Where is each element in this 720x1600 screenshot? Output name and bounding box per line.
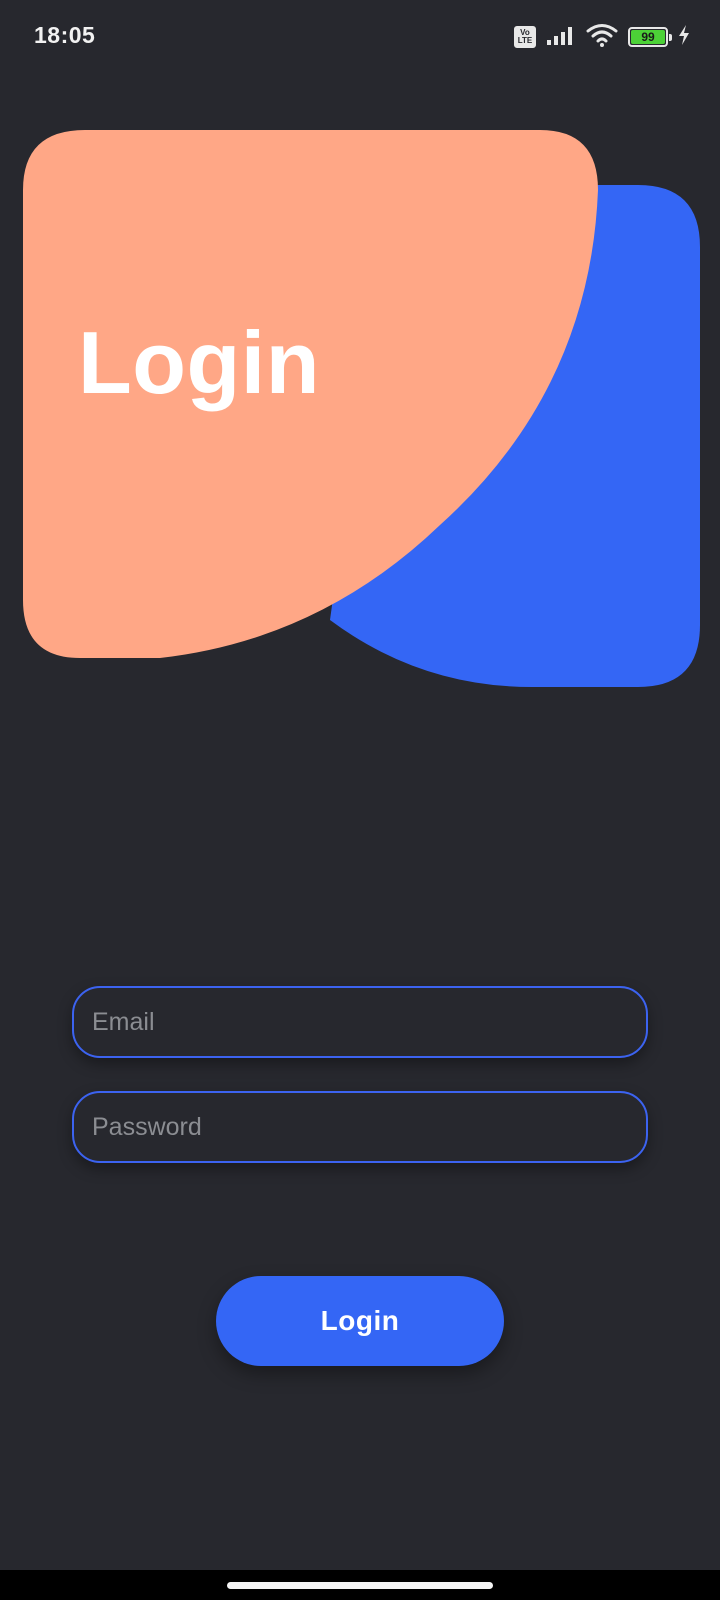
- home-indicator[interactable]: [227, 1582, 493, 1589]
- password-field[interactable]: [72, 1091, 648, 1163]
- page-title: Login: [78, 313, 320, 412]
- login-button[interactable]: Login: [216, 1276, 504, 1366]
- navigation-bar: [0, 1570, 720, 1600]
- hero-header: Login: [0, 0, 720, 700]
- email-field[interactable]: [72, 986, 648, 1058]
